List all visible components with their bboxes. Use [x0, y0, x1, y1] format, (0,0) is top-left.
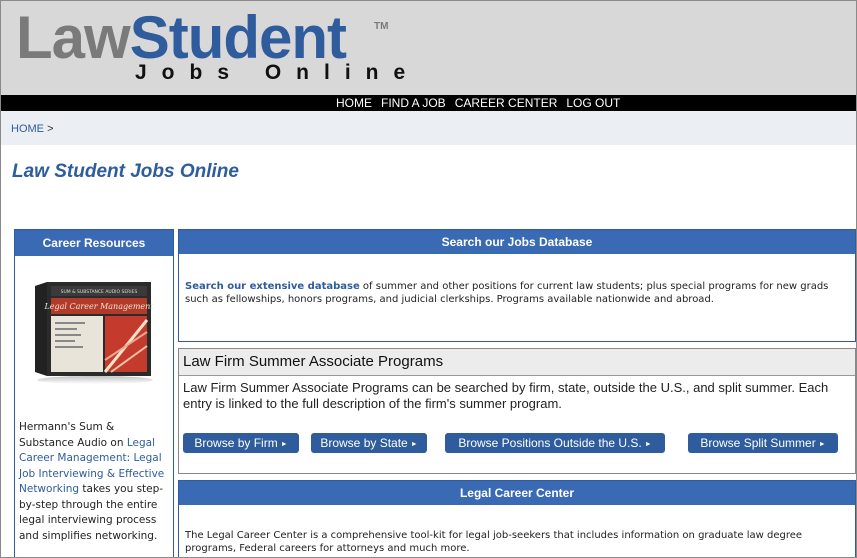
logo-subtitle: Jobs Online [135, 61, 421, 84]
nav-career-center-link[interactable]: CAREER CENTER [455, 95, 558, 111]
law-firm-summer-panel: Law Firm Summer Associate Programs Law F… [178, 348, 856, 474]
browse-split-summer-label: Browse Split Summer [700, 436, 816, 450]
law-firm-panel-text: Law Firm Summer Associate Programs can b… [183, 380, 829, 411]
search-panel-body: Search our extensive database of summer … [179, 254, 855, 306]
legal-career-center-panel: Legal Career Center The Legal Career Cen… [178, 480, 856, 557]
browse-by-firm-button[interactable]: Browse by Firm ► [183, 433, 299, 453]
browse-by-state-label: Browse by State [320, 436, 408, 450]
arrow-right-icon: ► [280, 441, 288, 448]
arrow-right-icon: ► [644, 441, 652, 448]
law-firm-panel-title: Law Firm Summer Associate Programs [179, 349, 855, 376]
nav-find-a-job-link[interactable]: FIND A JOB [381, 95, 446, 111]
browse-by-firm-label: Browse by Firm [194, 436, 278, 450]
browse-split-summer-button[interactable]: Browse Split Summer ► [688, 433, 838, 453]
page-frame: LawStudent TM Jobs Online HOME FIND A JO… [0, 0, 857, 558]
breadcrumb: HOME > [11, 123, 54, 135]
logo-law-text: Law [16, 4, 131, 71]
breadcrumb-home-link[interactable]: HOME [11, 123, 44, 135]
sidebar-title: Career Resources [15, 230, 173, 256]
breadcrumb-bar: HOME > [1, 111, 856, 145]
product-box-image[interactable]: SUM & SUBSTANCE AUDIO SERIES Legal Caree… [31, 280, 157, 384]
nav-log-out-link[interactable]: LOG OUT [566, 95, 620, 111]
career-panel-text: The Legal Career Center is a comprehensi… [185, 530, 803, 554]
site-header: LawStudent TM Jobs Online [1, 1, 856, 95]
search-database-link[interactable]: Search our extensive database [185, 281, 360, 292]
career-panel-title: Legal Career Center [179, 481, 855, 505]
browse-by-state-button[interactable]: Browse by State ► [311, 433, 427, 453]
logo-trademark: TM [374, 21, 389, 32]
product-box-top-text: SUM & SUBSTANCE AUDIO SERIES [61, 289, 138, 295]
career-resources-sidebar: Career Resources SUM & SUBSTANCE AUDIO S… [14, 229, 174, 557]
browse-outside-us-label: Browse Positions Outside the U.S. [458, 436, 642, 450]
sidebar-description: Hermann's Sum & Substance Audio on Legal… [19, 420, 171, 544]
product-box-title-text: Legal Career Management [43, 302, 154, 311]
browse-outside-us-button[interactable]: Browse Positions Outside the U.S. ► [445, 433, 665, 453]
page-title: Law Student Jobs Online [12, 161, 239, 182]
arrow-right-icon: ► [410, 441, 418, 448]
search-panel-title: Search our Jobs Database [179, 230, 855, 254]
nav-home-link[interactable]: HOME [336, 95, 372, 111]
breadcrumb-separator: > [47, 123, 54, 135]
top-nav-bar: HOME FIND A JOB CAREER CENTER LOG OUT [1, 95, 856, 111]
search-jobs-panel: Search our Jobs Database Search our exte… [178, 229, 856, 342]
arrow-right-icon: ► [818, 441, 826, 448]
sidebar-text-intro: Hermann's Sum & Substance Audio on [19, 421, 127, 449]
